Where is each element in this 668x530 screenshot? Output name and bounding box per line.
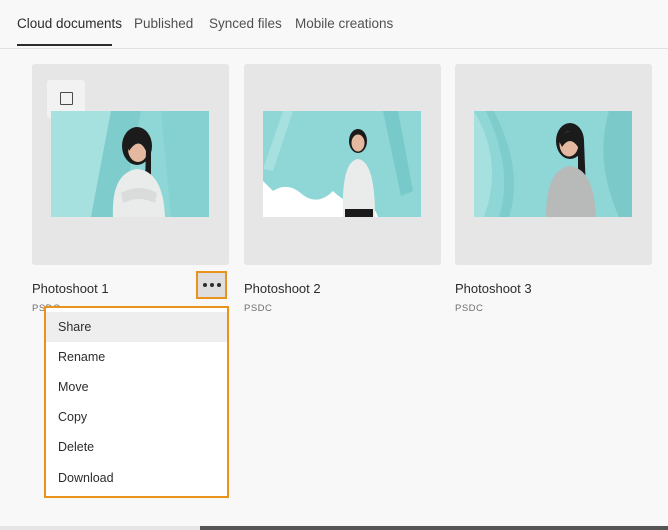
more-horizontal-icon [209,283,214,287]
thumbnail-image [263,111,421,217]
document-type: PSDC [455,303,484,314]
document-card-thumbnail[interactable] [244,64,441,265]
more-horizontal-icon [202,283,207,287]
thumbnail-image [474,111,632,217]
tab-published[interactable]: Published [134,16,193,31]
menu-item-share[interactable]: Share [46,312,227,342]
tab-mobile-creations[interactable]: Mobile creations [295,16,393,31]
document-title[interactable]: Photoshoot 3 [455,281,532,296]
tab-synced-files[interactable]: Synced files [209,16,282,31]
document-title[interactable]: Photoshoot 2 [244,281,321,296]
tab-cloud-documents[interactable]: Cloud documents [17,16,122,31]
menu-item-download[interactable]: Download [46,463,227,493]
active-tab-indicator [17,44,112,46]
tab-bar: Cloud documents Published Synced files M… [0,0,668,49]
document-card-thumbnail[interactable] [32,64,229,265]
context-menu: Share Rename Move Copy Delete Download [44,306,229,498]
checkbox-icon [60,92,73,105]
document-card-thumbnail[interactable] [455,64,652,265]
menu-item-delete[interactable]: Delete [46,432,227,462]
horizontal-scrollbar[interactable] [0,526,668,530]
menu-item-copy[interactable]: Copy [46,402,227,432]
more-horizontal-icon [216,283,221,287]
scrollbar-thumb[interactable] [200,526,668,530]
document-title[interactable]: Photoshoot 1 [32,281,109,296]
menu-item-move[interactable]: Move [46,372,227,402]
more-options-button[interactable] [196,271,227,299]
menu-item-rename[interactable]: Rename [46,342,227,372]
thumbnail-image [51,111,209,217]
document-type: PSDC [244,303,273,314]
